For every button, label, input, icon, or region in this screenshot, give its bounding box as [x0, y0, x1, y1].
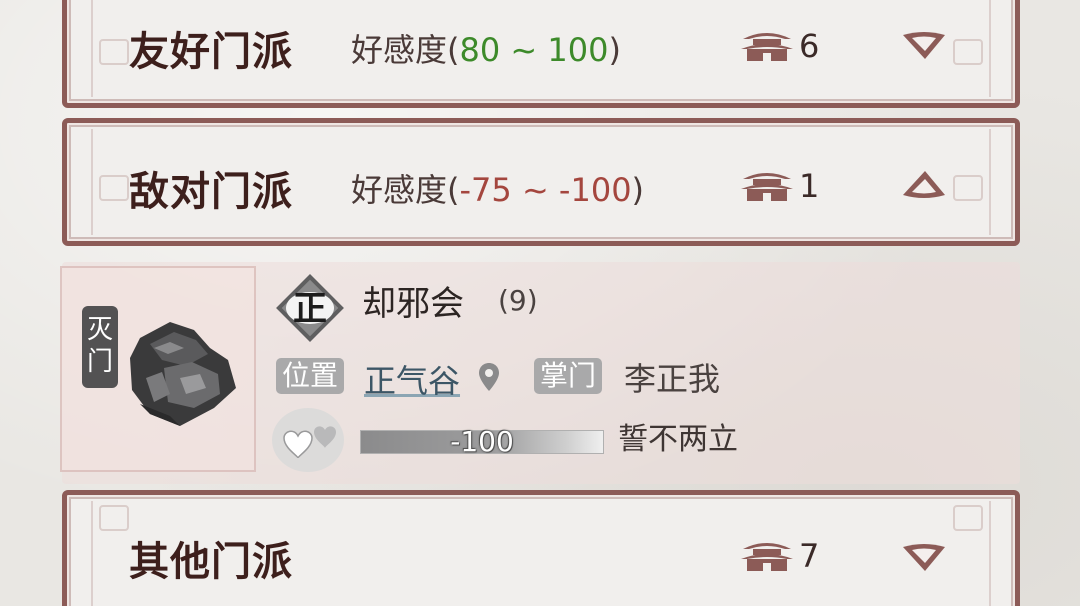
chevron-down-icon[interactable]	[899, 27, 949, 63]
status-tag: 灭门	[82, 306, 118, 388]
section-other-sects[interactable]: 其他门派 7	[62, 490, 1020, 606]
section-friendly-sects[interactable]: 友好门派 好感度(80 ~ 100) 6	[62, 0, 1020, 108]
affinity-range-friendly: 好感度(80 ~ 100)	[351, 31, 621, 69]
sect-thumbnail[interactable]: 灭门	[60, 266, 256, 472]
chevron-down-icon[interactable]	[899, 539, 949, 575]
location-link[interactable]: 正气谷	[364, 356, 460, 402]
alignment-char: 正	[293, 289, 327, 329]
sect-count-hostile: 1	[739, 167, 819, 205]
pagoda-icon	[741, 173, 793, 201]
map-pin-icon[interactable]	[478, 362, 500, 392]
sect-name: 却邪会	[362, 284, 464, 324]
section-title-friendly: 友好门派	[129, 28, 293, 75]
sect-relations-panel: 友好门派 好感度(80 ~ 100) 6 敌对门派 好感度(-75 ~ -100…	[0, 0, 1080, 606]
affinity-bar: -100	[360, 425, 604, 458]
section-title-other: 其他门派	[129, 538, 293, 585]
section-hostile-sects[interactable]: 敌对门派 好感度(-75 ~ -100) 1	[62, 118, 1020, 246]
relation-status: 誓不两立	[618, 422, 738, 457]
pagoda-icon	[741, 33, 793, 61]
hearts-icon	[272, 408, 344, 472]
sect-count-friendly: 6	[739, 27, 819, 65]
sect-level: (9)	[498, 284, 538, 317]
affinity-value: -100	[450, 425, 514, 458]
alignment-badge-icon: 正	[276, 274, 344, 342]
sect-building-image	[130, 322, 236, 426]
section-title-hostile: 敌对门派	[129, 168, 293, 215]
leader-label: 掌门	[534, 358, 603, 394]
sect-count-other: 7	[739, 537, 819, 575]
pagoda-icon	[741, 543, 793, 571]
affinity-range-hostile: 好感度(-75 ~ -100)	[351, 171, 645, 209]
leader-name: 李正我	[624, 360, 721, 398]
chevron-up-icon[interactable]	[899, 167, 949, 203]
location-label: 位置	[276, 358, 345, 394]
